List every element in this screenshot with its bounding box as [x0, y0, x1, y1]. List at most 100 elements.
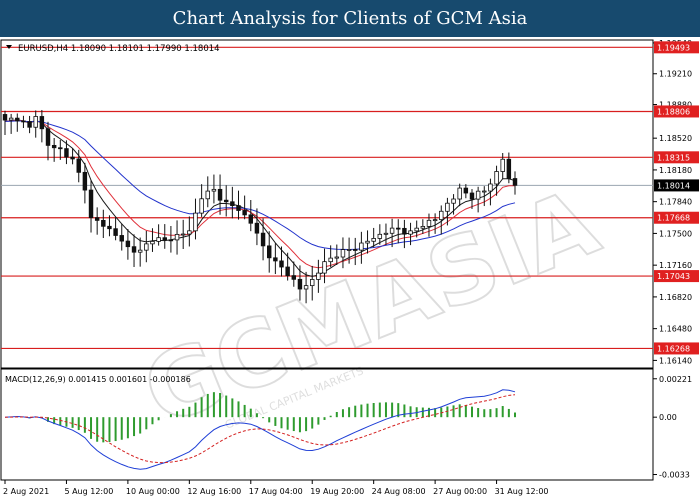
candle-body — [107, 225, 112, 230]
candle-body — [113, 228, 118, 236]
level-tag-label: 1.17668 — [657, 214, 690, 223]
price-tick-label: 1.17500 — [659, 229, 692, 238]
candle-body — [457, 187, 462, 200]
candle-body — [156, 237, 161, 242]
candle-body — [248, 214, 254, 224]
candle-body — [463, 187, 469, 194]
chart-banner: Chart Analysis for Clients of GCM Asia — [0, 0, 700, 37]
candle-body — [199, 198, 204, 214]
candle-body — [488, 183, 493, 192]
candle-body — [266, 245, 272, 259]
candle-body — [205, 190, 210, 200]
candle-body — [76, 158, 81, 173]
candle-body — [414, 227, 419, 232]
level-tag-label: 1.19493 — [657, 43, 690, 52]
candle-body — [70, 156, 75, 160]
chart-canvas: GCMASIA GLOBAL CAPITAL MARKETS 1.195401.… — [0, 39, 699, 496]
level-tag-label: 1.18315 — [657, 153, 690, 162]
candle-body — [45, 128, 51, 146]
candle-body — [334, 256, 340, 259]
time-tick-label: 17 Aug 04:00 — [249, 487, 303, 496]
candle-body — [180, 233, 186, 236]
candle-body — [254, 222, 260, 234]
price-tick-label: 1.16480 — [659, 325, 692, 334]
candle-body — [402, 227, 407, 235]
candle-body — [137, 249, 143, 253]
candle-body — [8, 117, 14, 121]
candle-body — [131, 246, 137, 253]
candle-body — [316, 272, 321, 280]
candle-body — [328, 257, 333, 263]
candle-body — [33, 116, 38, 128]
candle-body — [426, 219, 432, 227]
candle-body — [383, 232, 389, 235]
time-tick-label: 10 Aug 00:00 — [126, 487, 180, 496]
price-axis: 1.195401.192101.188801.185201.181801.178… — [653, 39, 692, 365]
price-tick-label: 1.16140 — [659, 356, 692, 365]
candle-body — [162, 237, 167, 241]
candle-body — [396, 227, 401, 230]
candle-body — [15, 117, 20, 122]
macd-label: MACD(12,26,9) 0.001415 0.001601 -0.00018… — [5, 375, 191, 384]
candle-body — [150, 240, 155, 245]
candle-body — [94, 217, 100, 221]
time-tick-label: 12 Aug 16:00 — [187, 487, 241, 496]
candle-body — [174, 233, 180, 241]
macd-tick-label: 0.00 — [659, 413, 677, 422]
time-tick-label: 5 Aug 12:00 — [64, 487, 113, 496]
candle-body — [51, 144, 57, 149]
candle-body — [322, 261, 327, 274]
candle-body — [432, 219, 438, 222]
candle-body — [101, 220, 106, 227]
candle-body — [371, 238, 376, 242]
price-tick-label: 1.17840 — [659, 198, 692, 207]
candle-body — [58, 147, 63, 150]
candle-body — [27, 121, 32, 128]
candle-body — [359, 242, 364, 251]
price-tick-label: 1.16820 — [659, 293, 692, 302]
macd-axis: 0.00221 0.00 -0.0033 — [653, 375, 692, 480]
banner-title: Chart Analysis for Clients of GCM Asia — [172, 8, 528, 29]
candle-body — [346, 249, 352, 251]
time-axis: 2 Aug 2021 5 Aug 12:00 10 Aug 00:00 12 Aug … — [3, 480, 549, 496]
candle-body — [144, 243, 149, 251]
price-tick-label: 1.19210 — [659, 70, 692, 79]
time-tick-label: 2 Aug 2021 — [3, 487, 49, 496]
candle-body — [482, 190, 487, 193]
candle-body — [439, 210, 444, 221]
current-price-label: 1.18014 — [657, 181, 690, 190]
candle-body — [500, 158, 505, 172]
candle-body — [469, 192, 475, 200]
candle-body — [291, 275, 297, 280]
candle-body — [389, 227, 395, 234]
candle-body — [88, 189, 94, 219]
time-tick-label: 19 Aug 20:00 — [310, 487, 364, 496]
candle-body — [223, 199, 229, 203]
candle-body — [303, 285, 309, 290]
candle-body — [445, 202, 450, 212]
level-tag-label: 1.16268 — [657, 344, 690, 353]
candle-body — [230, 201, 235, 206]
candle-body — [475, 190, 481, 200]
candle-body — [420, 226, 426, 229]
candle-body — [260, 232, 266, 247]
candle-body — [193, 212, 198, 232]
price-tick-label: 1.17160 — [659, 261, 692, 270]
candle-body — [187, 230, 192, 235]
candle-body — [353, 249, 358, 251]
symbol-header: EURUSD,H4 1.18090 1.18101 1.17990 1.1801… — [18, 44, 220, 54]
time-tick-label: 24 Aug 08:00 — [372, 487, 426, 496]
candle-body — [125, 240, 131, 248]
candle-body — [408, 230, 413, 235]
macd-tick-label: 0.00221 — [659, 375, 692, 384]
candle-body — [168, 239, 174, 242]
candle-body — [377, 233, 383, 239]
time-tick-label: 27 Aug 00:00 — [433, 487, 487, 496]
candle-body — [119, 235, 124, 242]
candle-body — [512, 178, 518, 186]
macd-tick-label: -0.0033 — [659, 471, 690, 480]
candle-body — [242, 210, 247, 216]
candle-body — [211, 188, 217, 192]
candle-body — [273, 257, 278, 262]
candle-body — [82, 171, 88, 191]
